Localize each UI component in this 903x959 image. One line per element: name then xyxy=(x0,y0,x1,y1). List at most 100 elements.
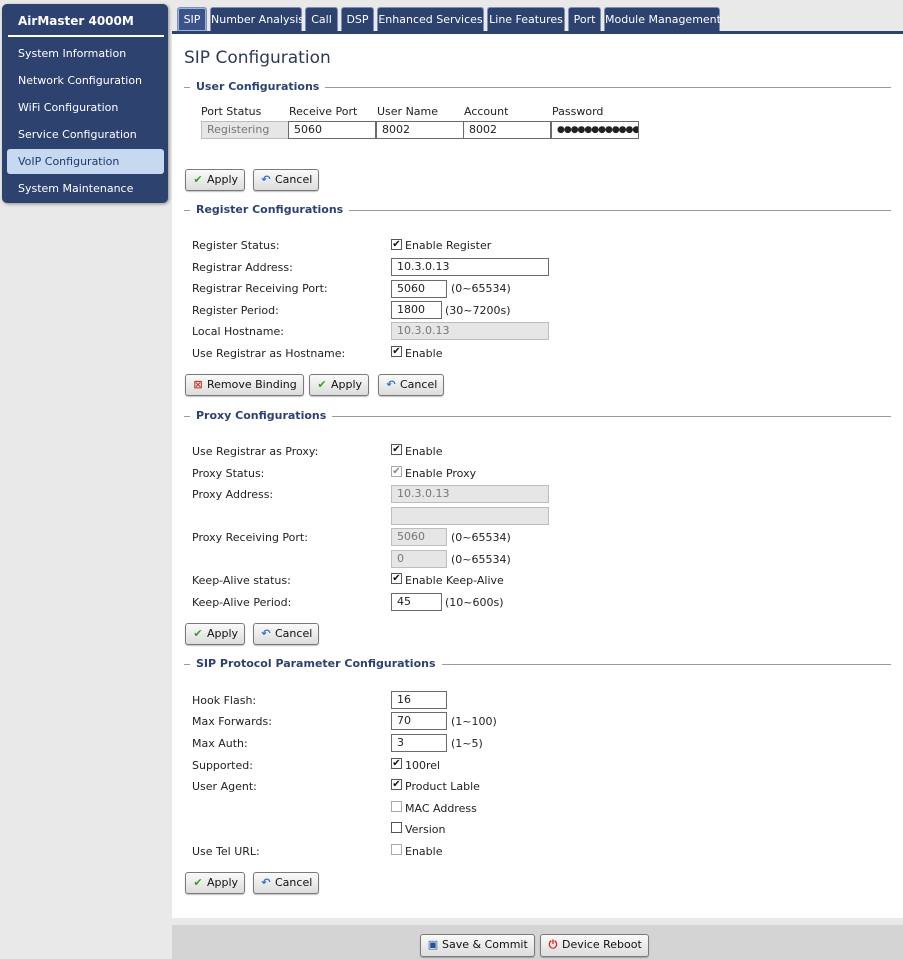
col-account: Account xyxy=(464,105,509,118)
tab-port[interactable]: Port xyxy=(568,7,601,31)
tab-bar: SIP Number Analysis Call DSP Enhanced Se… xyxy=(172,4,903,34)
mac-address-label: MAC Address xyxy=(405,802,477,815)
proxy-apply-button[interactable]: ✔ Apply xyxy=(185,623,246,645)
mac-address-checkbox[interactable] xyxy=(391,801,402,812)
proxy-config-heading: Proxy Configurations xyxy=(190,409,333,422)
sidebar-item-wifi-configuration[interactable]: WiFi Configuration xyxy=(7,95,164,120)
sidebar-divider xyxy=(8,35,164,37)
check-icon: ✔ xyxy=(193,876,203,889)
proxy-cancel-button[interactable]: ↶ Cancel xyxy=(253,623,320,645)
enable-register-checkbox[interactable]: ✔ xyxy=(391,239,402,250)
proxy-port-2-hint: (0~65534) xyxy=(451,553,511,566)
tab-sip[interactable]: SIP xyxy=(177,7,207,31)
registrar-port-label: Registrar Receiving Port: xyxy=(192,282,328,295)
proxy-port-2-field: 0 xyxy=(391,550,447,568)
remove-binding-button[interactable]: ⊠ Remove Binding xyxy=(185,374,304,396)
keepalive-period-label: Keep-Alive Period: xyxy=(192,596,292,609)
sidebar-item-system-maintenance[interactable]: System Maintenance xyxy=(7,176,164,201)
sidebar-item-voip-configuration[interactable]: VoIP Configuration xyxy=(7,149,164,174)
save-commit-label: Save & Commit xyxy=(442,938,528,951)
tab-module-management[interactable]: Module Management xyxy=(604,7,721,31)
local-hostname-field: 10.3.0.13 xyxy=(391,322,549,340)
max-forwards-input[interactable]: 70 xyxy=(391,712,447,730)
tab-number-analysis[interactable]: Number Analysis xyxy=(210,7,304,31)
proxy-apply-label: Apply xyxy=(207,627,239,640)
password-input[interactable]: ●●●●●●●●●●●●● xyxy=(551,121,639,139)
max-auth-label: Max Auth: xyxy=(192,737,248,750)
enable-keepalive-label: Enable Keep-Alive xyxy=(405,574,504,587)
sidebar-item-system-information[interactable]: System Information xyxy=(7,41,164,66)
enable-keepalive-checkbox[interactable]: ✔ xyxy=(391,573,402,584)
check-icon: ✔ xyxy=(193,173,203,186)
use-tel-url-checkbox[interactable] xyxy=(391,844,402,855)
registrar-address-label: Registrar Address: xyxy=(192,261,293,274)
sip-apply-label: Apply xyxy=(207,876,239,889)
product-lable-checkbox[interactable]: ✔ xyxy=(391,779,402,790)
proxy-port-label: Proxy Receiving Port: xyxy=(192,531,308,544)
user-apply-button[interactable]: ✔ Apply xyxy=(185,169,246,191)
max-auth-hint: (1~5) xyxy=(451,737,483,750)
save-commit-button[interactable]: ▣ Save & Commit xyxy=(420,934,535,957)
keepalive-status-label: Keep-Alive status: xyxy=(192,574,291,587)
save-icon: ▣ xyxy=(427,938,439,951)
tab-call[interactable]: Call xyxy=(305,7,338,31)
use-registrar-hostname-label: Use Registrar as Hostname: xyxy=(192,347,346,360)
user-cancel-button[interactable]: ↶ Cancel xyxy=(253,169,320,191)
registrar-address-input[interactable]: 10.3.0.13 xyxy=(391,258,549,276)
tab-dsp[interactable]: DSP xyxy=(341,7,374,31)
main-content: SIP Configuration User Configurations Po… xyxy=(172,34,903,918)
account-input[interactable]: 8002 xyxy=(463,121,551,139)
page-title: SIP Configuration xyxy=(184,48,331,68)
tab-line-features[interactable]: Line Features xyxy=(487,7,565,31)
user-name-input[interactable]: 8002 xyxy=(376,121,464,139)
sidebar-item-service-configuration[interactable]: Service Configuration xyxy=(7,122,164,147)
proxy-address-2-field xyxy=(391,507,549,525)
register-apply-label: Apply xyxy=(331,378,363,391)
sip-apply-button[interactable]: ✔ Apply xyxy=(185,872,246,894)
sidebar-item-network-configuration[interactable]: Network Configuration xyxy=(7,68,164,93)
user-config-heading: User Configurations xyxy=(190,80,326,93)
port-status-field: Registering xyxy=(201,121,289,139)
supported-100rel-label: 100rel xyxy=(405,759,441,772)
supported-100rel-checkbox[interactable]: ✔ xyxy=(391,758,402,769)
keepalive-period-hint: (10~600s) xyxy=(445,596,504,609)
enable-register-label: Enable Register xyxy=(405,239,492,252)
supported-label: Supported: xyxy=(192,759,253,772)
register-cancel-button[interactable]: ↶ Cancel xyxy=(378,374,445,396)
use-registrar-hostname-enable: Enable xyxy=(405,347,443,360)
power-icon: ⏻ xyxy=(548,938,558,951)
use-registrar-proxy-checkbox[interactable]: ✔ xyxy=(391,444,402,455)
tab-enhanced-services[interactable]: Enhanced Services xyxy=(377,7,484,31)
register-period-input[interactable]: 1800 xyxy=(391,301,442,319)
remove-binding-label: Remove Binding xyxy=(207,378,297,391)
bottom-action-bar: ▣ Save & Commit ⏻ Device Reboot xyxy=(172,925,903,959)
max-forwards-hint: (1~100) xyxy=(451,715,497,728)
undo-icon: ↶ xyxy=(386,378,396,391)
device-reboot-label: Device Reboot xyxy=(562,938,642,951)
sip-cancel-button[interactable]: ↶ Cancel xyxy=(253,872,320,894)
enable-proxy-checkbox: ✔ xyxy=(391,466,402,477)
max-forwards-label: Max Forwards: xyxy=(192,715,272,728)
check-icon: ✔ xyxy=(317,378,327,391)
hook-flash-input[interactable]: 16 xyxy=(391,691,447,709)
hook-flash-label: Hook Flash: xyxy=(192,694,257,707)
use-registrar-hostname-checkbox[interactable]: ✔ xyxy=(391,346,402,357)
version-checkbox[interactable] xyxy=(391,822,402,833)
proxy-address-field: 10.3.0.13 xyxy=(391,485,549,503)
max-auth-input[interactable]: 3 xyxy=(391,734,447,752)
register-apply-button[interactable]: ✔ Apply xyxy=(309,374,370,396)
user-config-section: User Configurations xyxy=(184,80,891,94)
device-reboot-button[interactable]: ⏻ Device Reboot xyxy=(540,934,649,957)
use-registrar-proxy-label: Use Registrar as Proxy: xyxy=(192,445,319,458)
receive-port-input[interactable]: 5060 xyxy=(288,121,376,139)
sip-cancel-label: Cancel xyxy=(275,876,313,889)
col-password: Password xyxy=(552,105,604,118)
check-icon: ✔ xyxy=(193,627,203,640)
registrar-port-input[interactable]: 5060 xyxy=(391,280,447,298)
version-label: Version xyxy=(405,823,446,836)
proxy-config-section: Proxy Configurations xyxy=(184,409,891,423)
register-period-hint: (30~7200s) xyxy=(445,304,511,317)
col-port-status: Port Status xyxy=(201,105,262,118)
keepalive-period-input[interactable]: 45 xyxy=(391,593,442,611)
register-config-heading: Register Configurations xyxy=(190,203,350,216)
